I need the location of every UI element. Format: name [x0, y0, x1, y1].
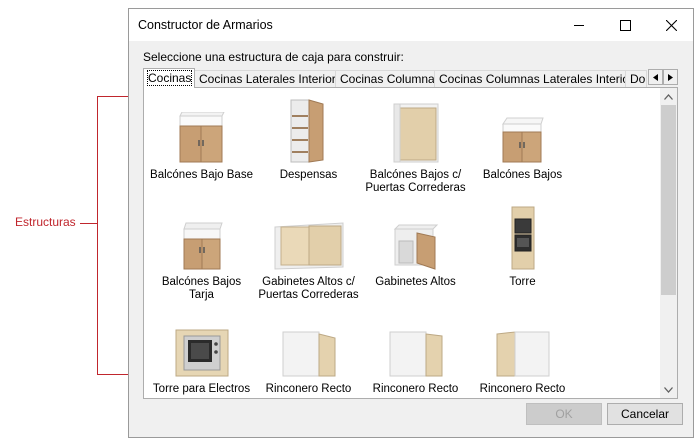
item-label: Balcónes Bajo Base	[150, 169, 253, 181]
list-item[interactable]: Torre	[469, 205, 576, 289]
sink-cabinet-icon	[148, 205, 255, 271]
structure-panel: Balcónes Bajo Base Despensas Balcónes Ba…	[143, 87, 678, 399]
tab-cocinas-columnas-laterales-interiores[interactable]: Cocinas Columnas Laterales Interiores	[434, 70, 626, 87]
annotation-bracket-v	[97, 96, 98, 375]
minimize-button[interactable]	[556, 9, 602, 41]
title-bar: Constructor de Armarios	[129, 9, 693, 41]
list-item[interactable]: Balcónes Bajos	[469, 98, 576, 182]
item-label: Torre	[509, 276, 536, 288]
item-label: Gabinetes Altos c/ Puertas Correderas	[258, 276, 359, 301]
close-button[interactable]	[648, 9, 694, 41]
wall-cabinet-icon	[362, 205, 469, 271]
list-item[interactable]: Despensas	[255, 98, 362, 182]
maximize-icon	[619, 19, 631, 31]
base-cabinet-icon	[469, 98, 576, 164]
scroll-up-button[interactable]	[660, 88, 677, 105]
item-label: Balcónes Bajos c/ Puertas Correderas	[365, 169, 466, 194]
tab-cocinas-columnas[interactable]: Cocinas Columnas	[335, 70, 435, 87]
prompt-label: Seleccione una estructura de caja para c…	[143, 50, 404, 64]
close-icon	[665, 19, 677, 31]
list-item[interactable]: Gabinetes Altos	[362, 205, 469, 289]
item-label: Balcónes Bajos	[482, 169, 563, 181]
list-item[interactable]: Balcónes Bajos Tarja	[148, 205, 255, 302]
window-title: Constructor de Armarios	[138, 18, 273, 32]
annotation-label: Estructuras	[15, 215, 76, 229]
corner-cabinet-icon	[255, 312, 362, 378]
wall-sliding-cabinet-icon	[255, 205, 362, 271]
annotation-line-h	[80, 223, 97, 224]
base-cabinet-icon	[148, 98, 255, 164]
minimize-icon	[574, 25, 584, 26]
maximize-button[interactable]	[602, 9, 648, 41]
item-label: Rinconero Recto	[479, 383, 566, 395]
pantry-icon	[255, 98, 362, 164]
scroll-down-button[interactable]	[660, 381, 677, 398]
sliding-door-base-icon	[362, 98, 469, 164]
list-item[interactable]: Balcónes Bajos c/ Puertas Correderas	[362, 98, 469, 195]
list-item[interactable]: Rinconero Recto	[255, 312, 362, 396]
item-label: Torre para Electros	[152, 383, 251, 395]
appliance-tower-icon	[148, 312, 255, 378]
list-item[interactable]: Gabinetes Altos c/ Puertas Correderas	[255, 205, 362, 302]
dialog-window: Constructor de Armarios Seleccione una e…	[128, 8, 694, 438]
list-item[interactable]: Balcónes Bajo Base	[148, 98, 255, 182]
item-label: Rinconero Recto	[265, 383, 352, 395]
oven-tower-icon	[469, 205, 576, 271]
tab-scroll-left-button[interactable]	[648, 69, 663, 85]
tab-cocinas[interactable]: Cocinas	[143, 68, 195, 88]
list-item[interactable]: Torre para Electros	[148, 312, 255, 396]
caret-right-icon	[668, 73, 673, 81]
item-label: Balcónes Bajos Tarja	[161, 276, 242, 301]
corner-cabinet-icon	[362, 312, 469, 378]
tab-cocinas-laterales-interiores[interactable]: Cocinas Laterales Interiores	[194, 70, 336, 87]
chevron-down-icon	[664, 386, 673, 393]
chevron-up-icon	[664, 93, 673, 100]
item-label: Gabinetes Altos	[375, 276, 456, 288]
item-label: Rinconero Recto	[372, 383, 459, 395]
cancel-button[interactable]: Cancelar	[607, 403, 683, 425]
vertical-scrollbar[interactable]	[660, 88, 677, 398]
tab-strip: Cocinas Cocinas Laterales Interiores Coc…	[143, 68, 678, 88]
structure-grid: Balcónes Bajo Base Despensas Balcónes Ba…	[144, 88, 660, 398]
corner-cabinet-icon	[469, 312, 576, 378]
ok-button[interactable]: OK	[526, 403, 602, 425]
tab-scroll-right-button[interactable]	[663, 69, 678, 85]
caret-left-icon	[653, 73, 658, 81]
list-item[interactable]: Rinconero Recto	[362, 312, 469, 396]
list-item[interactable]: Rinconero Recto	[469, 312, 576, 396]
tab-dor[interactable]: Dor	[625, 70, 647, 87]
scrollbar-thumb[interactable]	[661, 105, 676, 295]
item-label: Despensas	[279, 169, 338, 181]
